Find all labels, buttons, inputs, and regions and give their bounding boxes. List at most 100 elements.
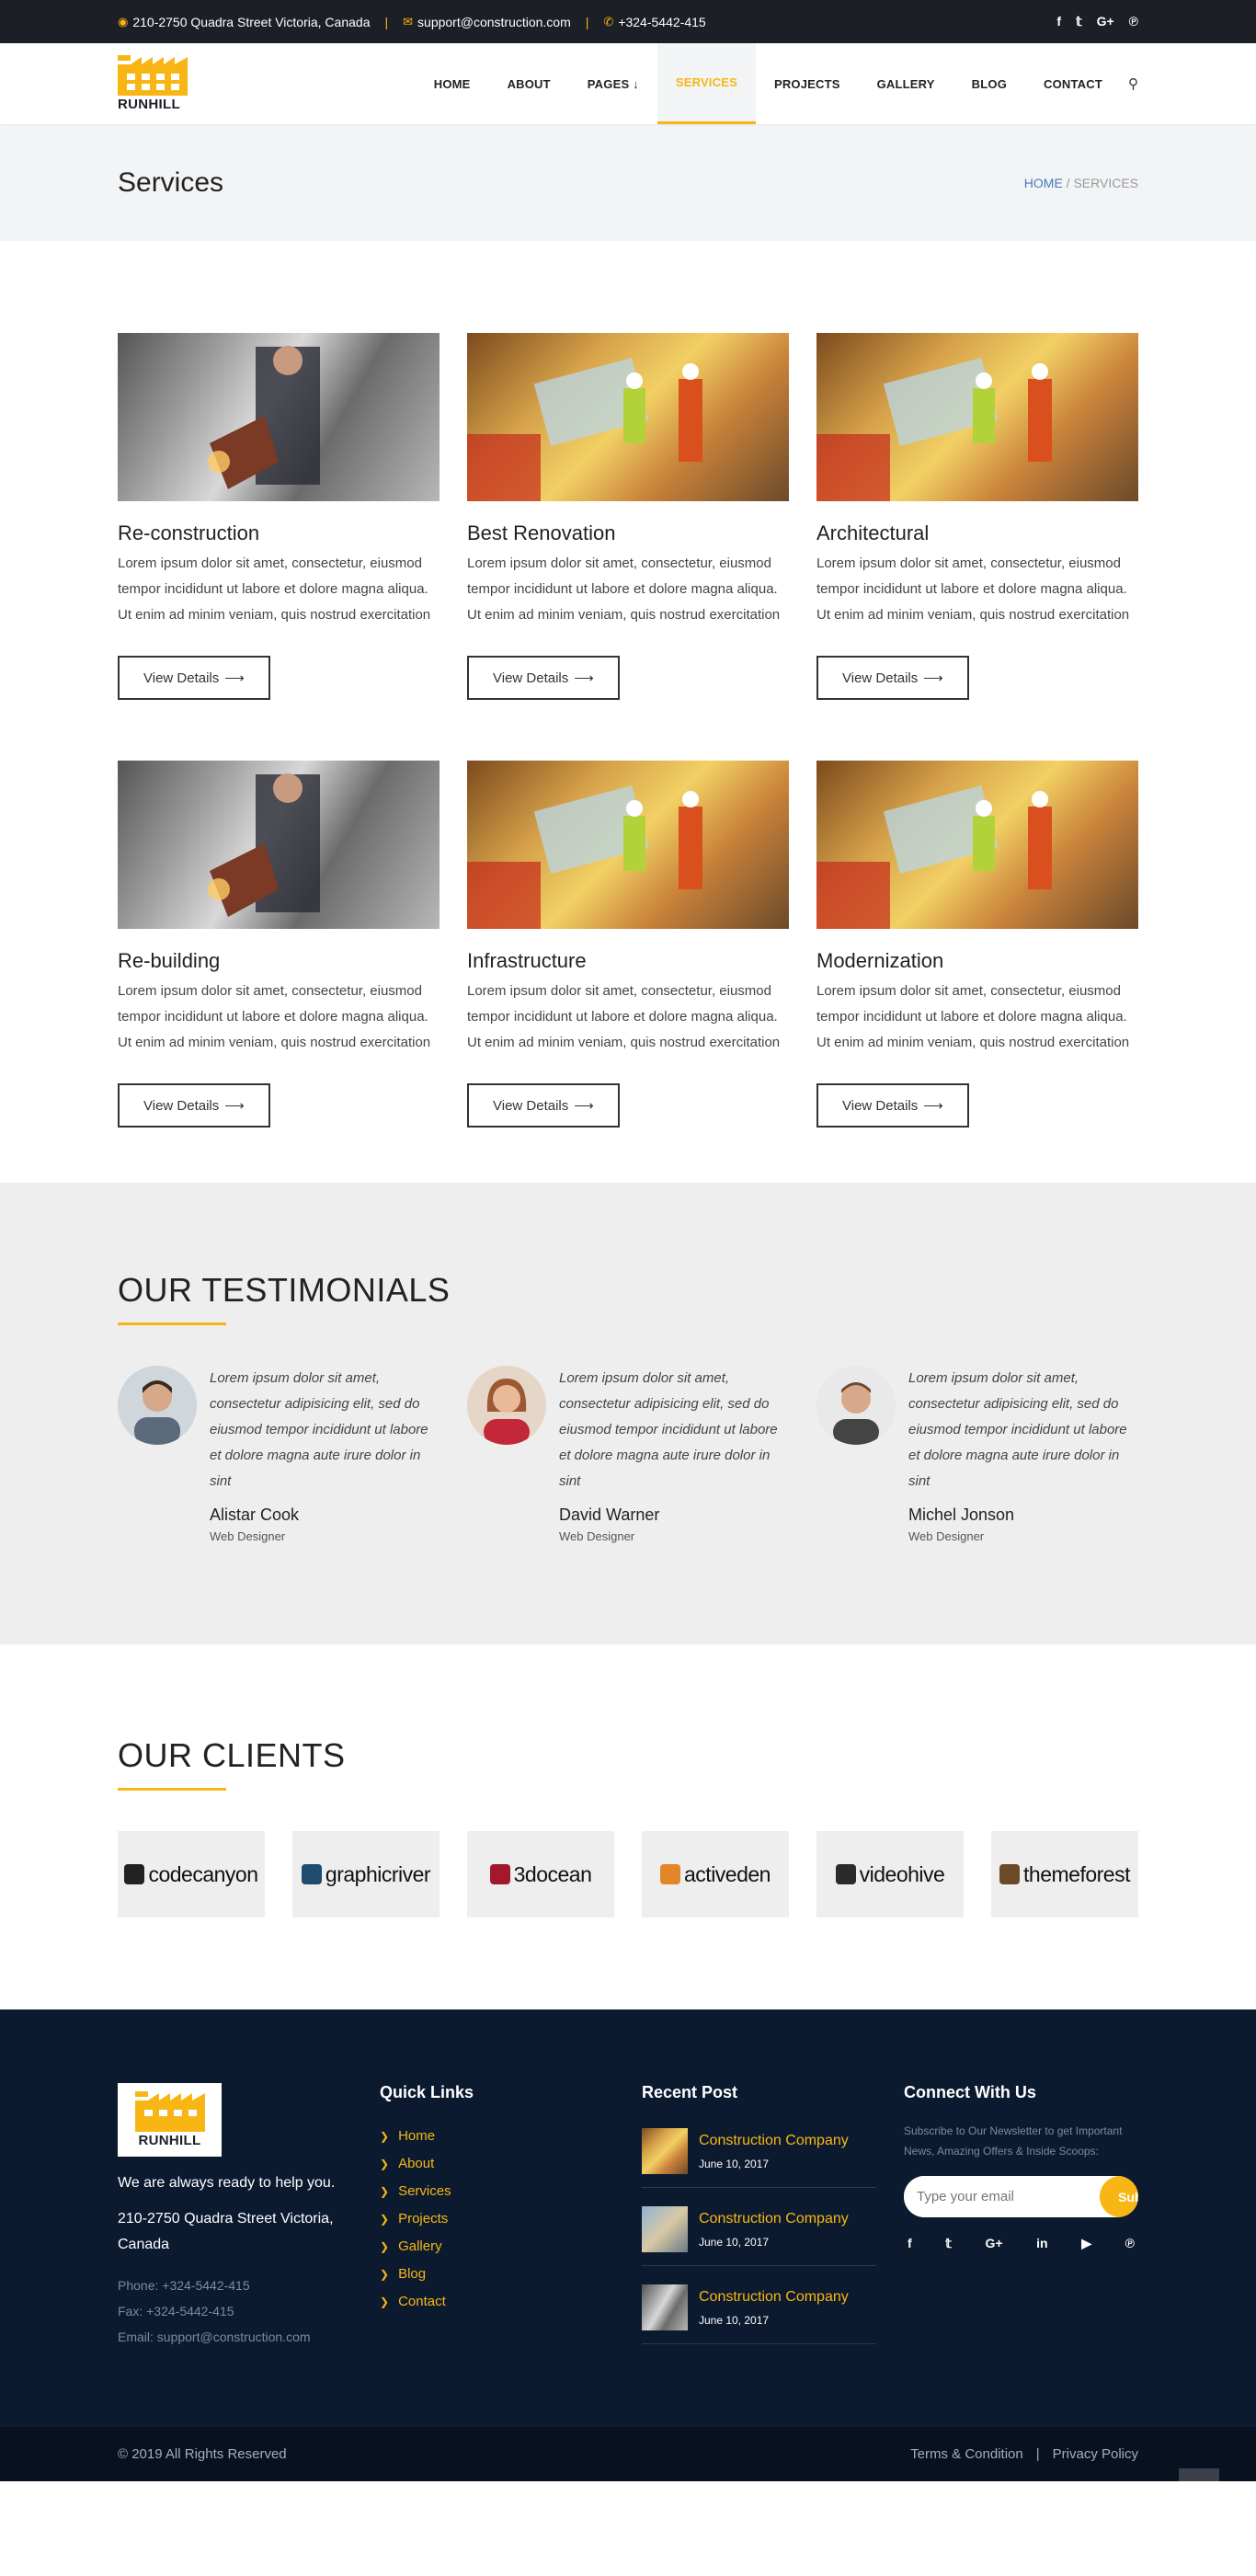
chevron-right-icon: ❯ bbox=[380, 2158, 390, 2170]
testimonial-item: Lorem ipsum dolor sit amet, consectetur … bbox=[816, 1366, 1138, 1543]
post-title[interactable]: Construction Company bbox=[699, 2211, 849, 2227]
copyright-text: © 2019 All Rights Reserved bbox=[118, 2446, 287, 2462]
phone-info[interactable]: ✆ +324-5442-415 bbox=[603, 15, 705, 29]
3docean-icon bbox=[489, 1864, 510, 1884]
footer-link-blog[interactable]: ❯ Blog bbox=[380, 2261, 642, 2288]
nav-home[interactable]: HOME bbox=[416, 43, 489, 124]
testimonial-name: Michel Jonson bbox=[908, 1506, 1015, 1524]
nav-about[interactable]: ABOUT bbox=[489, 43, 569, 124]
client-logo[interactable]: 3docean bbox=[467, 1831, 614, 1918]
breadcrumb-current: SERVICES bbox=[1073, 175, 1138, 190]
testimonial-role: Web Designer bbox=[210, 1529, 286, 1543]
recent-post-item[interactable]: Construction Company June 10, 2017 bbox=[642, 2201, 876, 2266]
post-date: June 10, 2017 bbox=[699, 2235, 770, 2249]
title-underline bbox=[118, 1788, 226, 1791]
service-image bbox=[816, 333, 1138, 501]
service-card: Re-building Lorem ipsum dolor sit amet, … bbox=[118, 761, 440, 1128]
client-logo[interactable]: graphicriver bbox=[292, 1831, 440, 1918]
services-section: Re-construction Lorem ipsum dolor sit am… bbox=[0, 241, 1256, 1183]
nav-services[interactable]: SERVICES bbox=[657, 43, 756, 124]
youtube-icon[interactable]: ▶ bbox=[1081, 2236, 1091, 2251]
testimonial-quote: Lorem ipsum dolor sit amet, consectetur … bbox=[908, 1370, 1127, 1489]
email-text[interactable]: support@construction.com bbox=[417, 15, 571, 29]
themeforest-icon bbox=[999, 1864, 1021, 1884]
pinterest-icon[interactable]: ℗ bbox=[1125, 2236, 1135, 2251]
footer-logo[interactable]: RUNHILL bbox=[118, 2083, 222, 2157]
construction-site-photo bbox=[816, 784, 1052, 929]
client-logo[interactable]: videohive bbox=[816, 1831, 964, 1918]
footer-link-services[interactable]: ❯ Services bbox=[380, 2178, 642, 2205]
nav-pages[interactable]: PAGES ↓ bbox=[569, 43, 657, 124]
twitter-icon[interactable]: 𝕥 bbox=[1076, 14, 1082, 29]
post-title[interactable]: Construction Company bbox=[699, 2133, 849, 2149]
nav-projects[interactable]: PROJECTS bbox=[756, 43, 859, 124]
service-title: Re-construction bbox=[118, 521, 260, 544]
testimonial-item: Lorem ipsum dolor sit amet, consectetur … bbox=[467, 1366, 789, 1543]
view-details-button[interactable]: View Details ⟶ bbox=[118, 656, 270, 700]
footer-link-contact[interactable]: ❯ Contact bbox=[380, 2288, 642, 2316]
service-card: Re-construction Lorem ipsum dolor sit am… bbox=[118, 333, 440, 700]
view-details-button[interactable]: View Details ⟶ bbox=[816, 656, 969, 700]
arrow-right-icon: ⟶ bbox=[224, 670, 245, 686]
subscribe-button[interactable]: Subscribe bbox=[1100, 2176, 1138, 2217]
chevron-right-icon: ❯ bbox=[380, 2213, 390, 2226]
divider: | bbox=[1035, 2446, 1040, 2462]
divider: | bbox=[585, 14, 589, 29]
page-title: Services bbox=[118, 166, 224, 198]
email-info[interactable]: ✉ support@construction.com bbox=[403, 15, 571, 29]
service-text: Lorem ipsum dolor sit amet, consectetur,… bbox=[816, 983, 1130, 1050]
breadcrumb-home[interactable]: HOME bbox=[1024, 176, 1063, 190]
nav-contact[interactable]: CONTACT bbox=[1025, 43, 1121, 124]
pinterest-icon[interactable]: ℗ bbox=[1129, 14, 1138, 29]
view-details-button[interactable]: View Details ⟶ bbox=[816, 1083, 969, 1128]
terms-link[interactable]: Terms & Condition bbox=[910, 2446, 1023, 2462]
footer-link-home[interactable]: ❯ Home bbox=[380, 2123, 642, 2150]
footer-email[interactable]: Email: support@construction.com bbox=[118, 2324, 380, 2350]
nav-gallery[interactable]: GALLERY bbox=[859, 43, 953, 124]
service-text: Lorem ipsum dolor sit amet, consectetur,… bbox=[118, 983, 431, 1050]
footer-link-projects[interactable]: ❯ Projects bbox=[380, 2205, 642, 2233]
newsletter-email-input[interactable] bbox=[904, 2176, 1100, 2217]
privacy-link[interactable]: Privacy Policy bbox=[1053, 2446, 1138, 2462]
service-title: Modernization bbox=[816, 949, 944, 972]
site-footer: RUNHILL We are always ready to help you.… bbox=[0, 2009, 1256, 2427]
site-logo[interactable]: RUNHILL bbox=[118, 55, 188, 112]
main-nav: HOME ABOUT PAGES ↓ SERVICES PROJECTS GAL… bbox=[416, 43, 1138, 124]
recent-post-item[interactable]: Construction Company June 10, 2017 bbox=[642, 2123, 876, 2188]
view-details-button[interactable]: View Details ⟶ bbox=[467, 1083, 620, 1128]
post-date: June 10, 2017 bbox=[699, 2313, 770, 2327]
service-image bbox=[467, 761, 789, 929]
search-icon[interactable]: ⚲ bbox=[1121, 43, 1138, 124]
bottom-bar: © 2019 All Rights Reserved Terms & Condi… bbox=[0, 2427, 1256, 2481]
arrow-right-icon: ⟶ bbox=[923, 670, 943, 686]
recent-post-item[interactable]: Construction Company June 10, 2017 bbox=[642, 2279, 876, 2344]
client-logo[interactable]: codecanyon bbox=[118, 1831, 265, 1918]
footer-heading: Quick Links bbox=[380, 2083, 474, 2101]
footer-link-gallery[interactable]: ❯ Gallery bbox=[380, 2233, 642, 2261]
view-details-button[interactable]: View Details ⟶ bbox=[118, 1083, 270, 1128]
linkedin-icon[interactable]: in bbox=[1036, 2236, 1047, 2251]
logo-text: RUNHILL bbox=[118, 97, 180, 112]
breadcrumb: HOME / SERVICES bbox=[1024, 176, 1138, 190]
phone-text[interactable]: +324-5442-415 bbox=[618, 15, 705, 29]
footer-connect: Connect With Us Subscribe to Our Newslet… bbox=[904, 2083, 1138, 2357]
footer-address: 210-2750 Quadra Street Victoria, Canada bbox=[118, 2211, 334, 2252]
facebook-icon[interactable]: f bbox=[1056, 14, 1061, 29]
avatar bbox=[816, 1366, 896, 1445]
view-details-button[interactable]: View Details ⟶ bbox=[467, 656, 620, 700]
service-card: Modernization Lorem ipsum dolor sit amet… bbox=[816, 761, 1138, 1128]
nav-blog[interactable]: BLOG bbox=[953, 43, 1025, 124]
activeden-icon bbox=[660, 1864, 681, 1884]
twitter-icon[interactable]: 𝕥 bbox=[945, 2236, 952, 2251]
facebook-icon[interactable]: f bbox=[908, 2236, 912, 2251]
client-logo[interactable]: activeden bbox=[642, 1831, 789, 1918]
post-title[interactable]: Construction Company bbox=[699, 2289, 849, 2306]
scroll-to-top-button[interactable] bbox=[1179, 2468, 1219, 2481]
client-logo[interactable]: themeforest bbox=[991, 1831, 1138, 1918]
google-plus-icon[interactable]: G+ bbox=[985, 2236, 1002, 2251]
footer-link-about[interactable]: ❯ About bbox=[380, 2150, 642, 2178]
post-date: June 10, 2017 bbox=[699, 2157, 770, 2170]
phone-icon: ✆ bbox=[603, 14, 614, 29]
google-plus-icon[interactable]: G+ bbox=[1097, 14, 1114, 29]
address-text: 210-2750 Quadra Street Victoria, Canada bbox=[132, 14, 371, 29]
